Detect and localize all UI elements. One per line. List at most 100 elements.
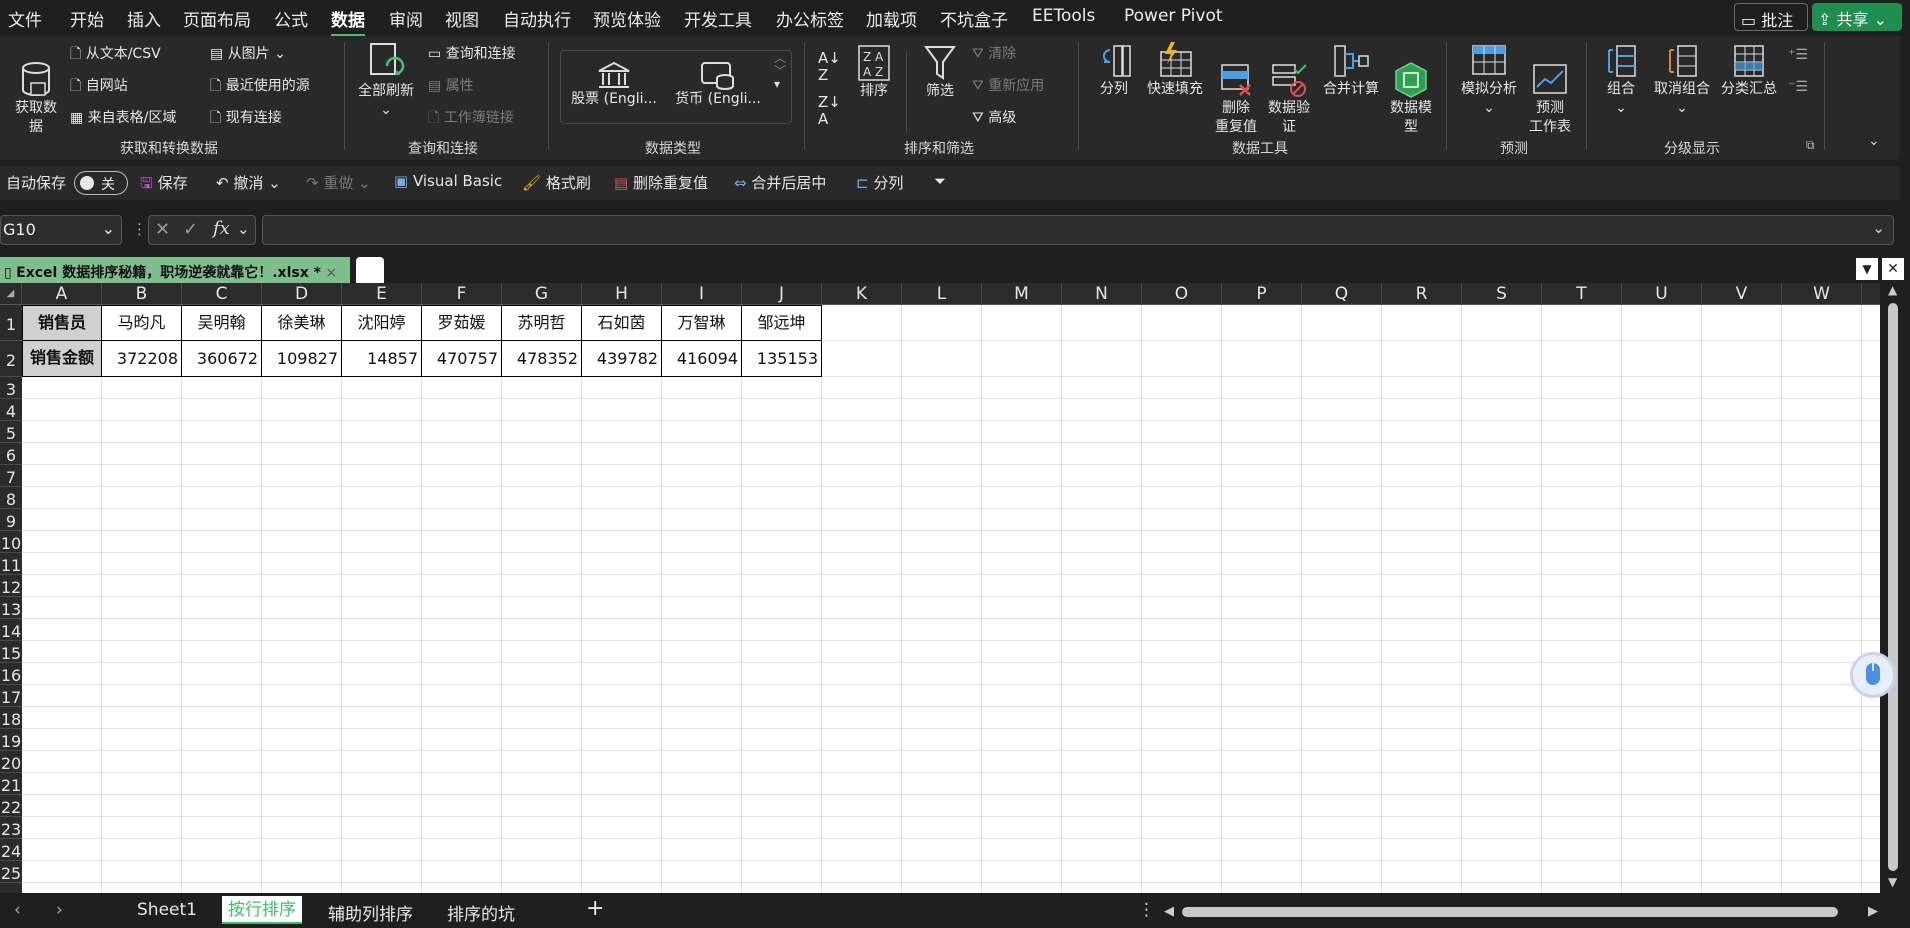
formula-input[interactable]: ⌄ <box>262 215 1894 245</box>
close-icon[interactable]: ✕ <box>1882 258 1904 280</box>
sales-amount-cell[interactable]: 470757 <box>422 341 502 377</box>
tab-view[interactable]: 视图 <box>445 6 479 31</box>
gallery-scroll[interactable]: ︿ ﹀ ▾ <box>774 52 786 91</box>
more-options-icon[interactable]: ⋮ <box>132 220 147 238</box>
ungroup-button[interactable]: 取消组合 ⌄ <box>1650 42 1714 118</box>
tab-developer[interactable]: 开发工具 <box>684 6 752 31</box>
from-picture-button[interactable]: ▤ 从图片 ⌄ <box>210 45 286 64</box>
scroll-left-icon[interactable]: ◀ <box>1164 904 1174 919</box>
tab-insert[interactable]: 插入 <box>127 6 161 31</box>
column-header[interactable]: F <box>422 283 502 305</box>
advanced-filter-button[interactable]: ⛛ 高级 <box>972 109 1016 128</box>
merge-center-button[interactable]: ⇔ 合并后居中 <box>734 172 826 193</box>
column-header[interactable]: U <box>1622 283 1702 305</box>
tab-list-icon[interactable]: ▼ <box>1856 258 1878 280</box>
refresh-all-button[interactable]: 全部刷新 ⌄ <box>354 42 418 120</box>
row-label-cell[interactable]: 销售金额 <box>22 341 102 377</box>
worksheet-grid[interactable]: ◢ A B C D E F G H I J K L M N O P Q R S T U V W 1 2 3 4 5 6 7 8 9 10 11 12… <box>0 283 1880 893</box>
row-header[interactable]: 25 <box>0 861 22 883</box>
tab-home[interactable]: 开始 <box>70 6 104 31</box>
column-header[interactable]: N <box>1062 283 1142 305</box>
sales-amount-cell[interactable]: 372208 <box>102 341 182 377</box>
text-to-columns-button[interactable]: 分列 <box>1092 42 1136 99</box>
enter-icon[interactable]: ✓ <box>183 219 198 240</box>
remove-dup-qat-button[interactable]: ▤ 删除重复值 <box>614 172 708 193</box>
horizontal-scroll-thumb[interactable] <box>1182 907 1838 917</box>
tab-review[interactable]: 审阅 <box>389 6 423 31</box>
workbook-links-button[interactable]: 🗋 工作簿链接 <box>428 109 514 128</box>
close-icon[interactable]: × <box>321 265 337 281</box>
salesperson-cell[interactable]: 万智琳 <box>662 305 742 341</box>
row-header[interactable]: 14 <box>0 619 22 641</box>
document-tab[interactable]: ▯ Excel 数据排序秘籍，职场逆袭就靠它！.xlsx * × <box>0 257 350 284</box>
flash-fill-button[interactable]: 快速填充 <box>1142 42 1208 99</box>
sheet-tab-sheet1[interactable]: Sheet1 <box>137 900 197 920</box>
visual-basic-button[interactable]: ▣ Visual Basic <box>394 172 502 190</box>
sales-amount-cell[interactable]: 478352 <box>502 341 582 377</box>
autosave-toggle[interactable]: 关 <box>74 171 128 195</box>
clear-filter-button[interactable]: ⛛ 清除 <box>972 45 1016 64</box>
row-header[interactable]: 9 <box>0 509 22 531</box>
group-rows-button[interactable]: 组合 ⌄ <box>1596 42 1646 118</box>
tab-office-tab[interactable]: 办公标签 <box>776 6 844 31</box>
tab-file[interactable]: 文件 <box>8 6 42 31</box>
from-text-csv-button[interactable]: 🗋 从文本/CSV <box>70 45 161 64</box>
salesperson-cell[interactable]: 徐美琳 <box>262 305 342 341</box>
more-options-icon[interactable]: ⋮ <box>1138 900 1155 920</box>
salesperson-cell[interactable]: 吴明翰 <box>182 305 262 341</box>
get-data-button[interactable]: 获取数 据 <box>8 42 64 156</box>
salesperson-cell[interactable]: 沈阳婷 <box>342 305 422 341</box>
row-header[interactable]: 11 <box>0 553 22 575</box>
row-header[interactable]: 2 <box>0 341 22 377</box>
tab-bukeng[interactable]: 不坑盒子 <box>940 6 1008 31</box>
tab-eetools[interactable]: EETools <box>1032 6 1095 26</box>
column-header[interactable]: J <box>742 283 822 305</box>
salesperson-cell[interactable]: 苏明哲 <box>502 305 582 341</box>
sales-amount-cell[interactable]: 439782 <box>582 341 662 377</box>
column-header[interactable]: D <box>262 283 342 305</box>
row-header[interactable]: 1 <box>0 305 22 341</box>
row-header[interactable]: 22 <box>0 795 22 817</box>
cancel-icon[interactable]: ✕ <box>155 219 170 240</box>
tab-addins[interactable]: 加载项 <box>866 6 917 31</box>
vertical-scrollbar[interactable]: ▲ ▼ <box>1880 283 1910 893</box>
data-model-button[interactable]: 数据模 型 <box>1386 42 1436 156</box>
row-label-cell[interactable]: 销售员 <box>22 305 102 341</box>
share-button[interactable]: ⇪ 共享 ⌄ <box>1812 3 1902 31</box>
sales-amount-cell[interactable]: 109827 <box>262 341 342 377</box>
column-header[interactable]: T <box>1542 283 1622 305</box>
sheet-tab-sort-pitfalls[interactable]: 排序的坑 <box>447 900 515 925</box>
column-header[interactable]: V <box>1702 283 1782 305</box>
undo-button[interactable]: ↶ 撤消 ⌄ <box>216 172 281 193</box>
from-web-button[interactable]: 🗋 自网站 <box>70 77 128 96</box>
column-header[interactable]: P <box>1222 283 1302 305</box>
row-header[interactable]: 6 <box>0 443 22 465</box>
recent-sources-button[interactable]: 🗋 最近使用的源 <box>210 77 310 96</box>
column-header[interactable]: O <box>1142 283 1222 305</box>
row-header[interactable]: 3 <box>0 377 22 399</box>
row-header[interactable]: 23 <box>0 817 22 839</box>
row-header[interactable]: 13 <box>0 597 22 619</box>
tab-preview[interactable]: 预览体验 <box>593 6 661 31</box>
stocks-button[interactable]: 股票 (Engli... <box>566 60 662 109</box>
from-table-button[interactable]: ▦ 来自表格/区域 <box>70 109 176 128</box>
sort-button[interactable]: Z AA Z 排序 <box>852 44 896 101</box>
comment-button[interactable]: ▭ 批注 <box>1734 3 1808 31</box>
sales-amount-cell[interactable]: 416094 <box>662 341 742 377</box>
vertical-scroll-thumb[interactable] <box>1888 303 1898 871</box>
row-header[interactable]: 21 <box>0 773 22 795</box>
tab-automate[interactable]: 自动执行 <box>503 6 571 31</box>
row-header[interactable]: 5 <box>0 421 22 443</box>
salesperson-cell[interactable]: 石如茵 <box>582 305 662 341</box>
row-header[interactable]: 17 <box>0 685 22 707</box>
select-all-corner[interactable]: ◢ <box>0 283 22 305</box>
name-box[interactable]: G10 ⌄ <box>0 215 122 245</box>
filter-button[interactable]: 筛选 <box>918 44 962 101</box>
row-header[interactable]: 16 <box>0 663 22 685</box>
tab-power-pivot[interactable]: Power Pivot <box>1124 6 1223 26</box>
column-header[interactable]: K <box>822 283 902 305</box>
row-header[interactable]: 24 <box>0 839 22 861</box>
show-detail-button[interactable]: ⁺☰ <box>1788 46 1808 65</box>
scroll-right-icon[interactable]: ▶ <box>1868 904 1878 919</box>
column-header[interactable]: E <box>342 283 422 305</box>
